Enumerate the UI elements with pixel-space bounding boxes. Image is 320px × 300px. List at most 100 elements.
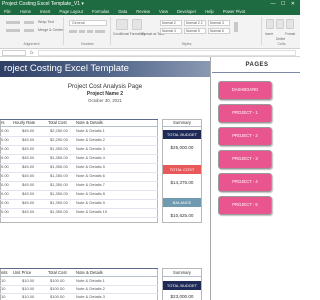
insert-cells-icon[interactable]: [266, 19, 274, 29]
page-button-project-3[interactable]: PROJECT - 3: [218, 150, 272, 169]
cell-note[interactable]: Note & Details 4: [76, 155, 105, 160]
cell-total-cost[interactable]: $100.00: [50, 286, 64, 291]
cell-total-cost[interactable]: $1,350.00: [50, 191, 68, 196]
merge-center-button[interactable]: Merge & Center: [38, 28, 63, 32]
format-cells-icon[interactable]: [286, 19, 294, 29]
tab-formulas[interactable]: Formulas: [92, 8, 109, 15]
conditional-formatting-icon[interactable]: [116, 19, 128, 30]
cell-rate[interactable]: $45.00: [22, 137, 34, 142]
cell-note[interactable]: Note & Details 7: [76, 182, 105, 187]
tab-power-pivot[interactable]: Power Pivot: [223, 8, 245, 15]
indent-icon[interactable]: [24, 29, 34, 32]
cell-qty[interactable]: 0.00: [1, 155, 9, 160]
conditional-formatting-button[interactable]: Conditional Formatting: [113, 32, 145, 36]
cell-rate[interactable]: $45.00: [22, 182, 34, 187]
cell-rate[interactable]: $10.00: [22, 286, 34, 291]
cell-rate[interactable]: $45.00: [22, 191, 34, 196]
styles-scroll-icon[interactable]: [234, 22, 238, 32]
cell-total-cost[interactable]: $2,250.00: [50, 137, 68, 142]
cell-qty[interactable]: 0.00: [1, 173, 9, 178]
cell-rate[interactable]: $45.00: [22, 155, 34, 160]
cell-total-cost[interactable]: $1,350.00: [50, 155, 68, 160]
cell-note[interactable]: Note & Details 3: [76, 294, 105, 299]
cell-total-cost[interactable]: $100.00: [50, 278, 64, 283]
cell-qty[interactable]: 0.00: [1, 146, 9, 151]
cell-total-cost[interactable]: $1,350.00: [50, 209, 68, 214]
format-cells-button[interactable]: Format: [285, 32, 295, 36]
style-normal-2[interactable]: Normal 2: [160, 20, 182, 26]
page-button-dashboard[interactable]: DASHBOARD: [218, 81, 272, 100]
style-normal-4[interactable]: Normal 4: [160, 28, 182, 34]
orientation-icon[interactable]: [24, 21, 34, 24]
tab-help[interactable]: Help: [205, 8, 214, 15]
cell-rate[interactable]: $45.00: [22, 173, 34, 178]
cell-note[interactable]: Note & Details 1: [76, 128, 105, 133]
cell-total-cost[interactable]: $100.00: [50, 294, 64, 299]
cell-rate[interactable]: $45.00: [22, 209, 34, 214]
style-normal-6[interactable]: Normal 6: [208, 28, 230, 34]
cell-note[interactable]: Note & Details 9: [76, 200, 105, 205]
cell-qty[interactable]: 0.00: [1, 200, 9, 205]
page-button-project-1[interactable]: PROJECT - 1: [218, 104, 272, 123]
cell-qty[interactable]: 0.00: [1, 137, 9, 142]
cell-total-cost[interactable]: $1,350.00: [50, 146, 68, 151]
currency-icon[interactable]: [69, 30, 77, 33]
align-top-icon[interactable]: [6, 21, 20, 24]
tab-file[interactable]: File: [4, 8, 11, 15]
number-format-select[interactable]: General: [69, 20, 107, 26]
cell-rate[interactable]: $10.00: [22, 278, 34, 283]
cell-qty[interactable]: 0.00: [1, 128, 9, 133]
delete-cells-button[interactable]: Delete: [276, 37, 285, 41]
cell-rate[interactable]: $45.00: [22, 146, 34, 151]
window-controls[interactable]: — ☐ ✕: [271, 0, 297, 8]
cell-total-cost[interactable]: $1,350.00: [50, 182, 68, 187]
cell-qty[interactable]: 0.00: [1, 209, 9, 214]
formula-input[interactable]: [38, 50, 296, 56]
cell-note[interactable]: Note & Details 6: [76, 173, 105, 178]
cell-note[interactable]: Note & Details 2: [76, 137, 105, 142]
cell-qty[interactable]: 10: [1, 294, 5, 299]
cell-note[interactable]: Note & Details 3: [76, 146, 105, 151]
cell-note[interactable]: Note & Details 10: [76, 209, 107, 214]
align-left-icon[interactable]: [6, 29, 20, 32]
page-button-project-5[interactable]: PROJECT - 5: [218, 196, 272, 215]
page-button-project-4[interactable]: PROJECT - 4: [218, 173, 272, 192]
tab-home[interactable]: Home: [20, 8, 31, 15]
format-table-icon[interactable]: [132, 19, 142, 30]
page-button-project-2[interactable]: PROJECT - 2: [218, 127, 272, 146]
style-normal-2-2[interactable]: Normal 2 2: [184, 20, 206, 26]
cell-note[interactable]: Note & Details 5: [76, 164, 105, 169]
cell-qty[interactable]: 10: [1, 278, 5, 283]
cell-note[interactable]: Note & Details 8: [76, 191, 105, 196]
tab-insert[interactable]: Insert: [40, 8, 50, 15]
cell-qty[interactable]: 10: [1, 286, 5, 291]
cell-note[interactable]: Note & Details 2: [76, 286, 105, 291]
tab-page-layout[interactable]: Page Layout: [59, 8, 83, 15]
delete-cells-icon[interactable]: [276, 19, 284, 29]
cell-total-cost[interactable]: $1,350.00: [50, 164, 68, 169]
tab-developer[interactable]: Developer: [177, 8, 196, 15]
cell-note[interactable]: Note & Details 1: [76, 278, 105, 283]
cell-total-cost[interactable]: $1,350.00: [50, 200, 68, 205]
fx-icon[interactable]: fx: [30, 49, 34, 57]
tab-view[interactable]: View: [159, 8, 168, 15]
style-normal-3[interactable]: Normal 3: [208, 20, 230, 26]
cell-rate[interactable]: $45.00: [22, 128, 34, 133]
cell-rate[interactable]: $45.00: [22, 164, 34, 169]
tab-data[interactable]: Data: [118, 8, 127, 15]
name-box[interactable]: [2, 50, 26, 56]
cell-total-cost[interactable]: $2,250.00: [50, 128, 68, 133]
cell-rate[interactable]: $45.00: [22, 200, 34, 205]
cell-qty[interactable]: 0.00: [1, 191, 9, 196]
cell-total-cost[interactable]: $1,350.00: [50, 173, 68, 178]
percent-icon[interactable]: [79, 30, 85, 33]
wrap-text-button[interactable]: Wrap Text: [38, 20, 54, 24]
cell-qty[interactable]: 0.00: [1, 182, 9, 187]
style-normal-5[interactable]: Normal 5: [184, 28, 206, 34]
decimal-icon[interactable]: [95, 30, 105, 33]
cell-rate[interactable]: $10.00: [22, 294, 34, 299]
tab-review[interactable]: Review: [136, 8, 150, 15]
cell-qty[interactable]: 0.00: [1, 164, 9, 169]
comma-icon[interactable]: [87, 30, 93, 33]
insert-cells-button[interactable]: Insert: [265, 32, 273, 36]
